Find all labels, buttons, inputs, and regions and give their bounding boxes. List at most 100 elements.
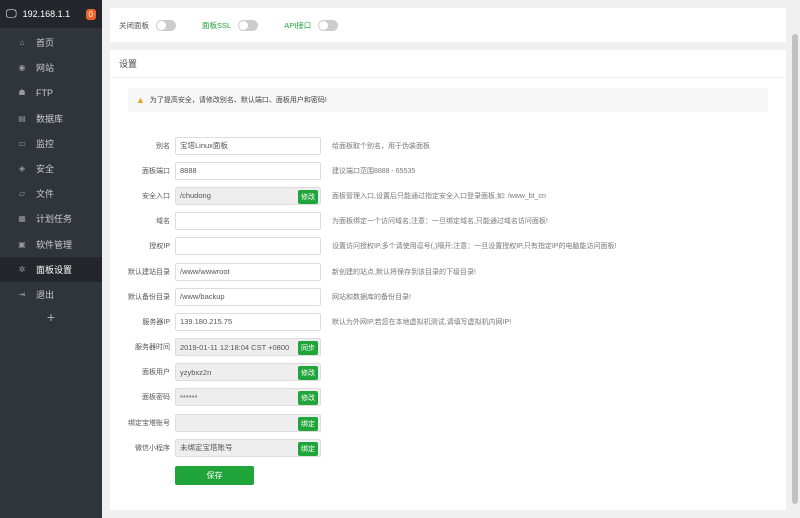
sidebar-item-label: 网站 [36,63,55,74]
sidebar-item[interactable]: ◉ 网站 [0,55,102,80]
form-row: 别名 宝塔Linux面板 给面板取个别名，用于伪装面板 [110,133,786,158]
field-value: 宝塔Linux面板 [180,141,228,151]
sidebar: 🖵 192.168.1.1 0 ⌂ 首页 ◉ 网站 ☗ FTP ▤ 数据库 ▭ 监控 ◈ 安全 ▱ 文件 ▦… [0,0,102,518]
form-row: 服务器IP 139.180.215.75 默认为外网IP,若您在本地虚拟机测试,… [110,309,786,334]
field-hint: 默认为外网IP,若您在本地虚拟机测试,请填写虚拟机内网IP! [332,318,512,326]
field-input[interactable] [175,237,321,256]
toggle-label: 关闭面板 [119,20,149,30]
calendar-icon: ▦ [18,214,26,224]
form-row: 面板用户 yzybxz2n 修改 [110,360,786,385]
warning-text: 为了提高安全，请修改别名、默认端口、面板用户和密码! [149,97,327,104]
form-row: 面板端口 8888 建议端口范围8888 - 65535 [110,158,786,183]
field-input: ****** 修改 [175,388,321,407]
sidebar-item-label: 面板设置 [36,264,73,275]
sidebar-item-label: 首页 [36,38,55,49]
field-value: 8888 [180,166,197,176]
field-label: 别名 [156,142,170,150]
sidebar-item[interactable]: ◈ 安全 [0,156,102,181]
field-action-button[interactable]: 修改 [298,366,318,381]
form-row: 默认建站目录 /www/wwwroot 新创建的站点,默认将保存到该目录的下级目… [110,259,786,284]
form-row: 面板密码 ****** 修改 [110,385,786,410]
field-value: 2019-01-11 12:18:04 CST +0800 [180,342,290,352]
notification-badge[interactable]: 0 [85,8,96,20]
field-value: 139.180.215.75 [180,317,233,327]
logout-icon: ⇥ [18,289,26,299]
sidebar-item[interactable]: ☗ FTP [0,80,102,105]
field-input[interactable]: 139.180.215.75 [175,312,321,331]
field-input[interactable]: /www/wwwroot [175,262,321,281]
sidebar-item-label: FTP [36,87,53,98]
field-label: 面板密码 [142,394,170,402]
field-input: /chudong 修改 [175,186,321,205]
field-label: 微信小程序 [135,444,170,452]
toggle-label: API接口 [284,20,312,30]
field-input[interactable]: 8888 [175,161,321,180]
sidebar-item-label: 监控 [36,138,55,149]
field-value: 未绑定宝塔账号 [180,443,233,453]
field-hint: 设置访问授权IP,多个请使用逗号(,)隔开;注意：一旦设置授权IP,只有指定IP… [332,243,617,251]
toggle-switch[interactable] [318,19,339,31]
field-value: ****** [180,392,198,402]
sidebar-nav: ⌂ 首页 ◉ 网站 ☗ FTP ▤ 数据库 ▭ 监控 ◈ 安全 ▱ 文件 ▦ 计划任务 ▣ 软件管理 ✲ 面板设置 ⇥ 退… [0,30,102,307]
sidebar-item[interactable]: ✲ 面板设置 [0,256,102,282]
form-row: 绑定宝塔账号 绑定 [110,410,786,435]
home-icon: ⌂ [19,38,25,48]
sidebar-item[interactable]: ▣ 软件管理 [0,232,102,257]
field-input[interactable]: 宝塔Linux面板 [175,136,321,155]
field-label: 服务器时间 [135,344,170,352]
toggle-switch[interactable] [156,19,176,31]
settings-title: 设置 [110,50,786,78]
field-hint: 给面板取个别名，用于伪装面板 [332,142,430,150]
form-row: 域名 为面板绑定一个访问域名;注意：一旦绑定域名,只能通过域名访问面板! [110,209,786,234]
field-action-button[interactable]: 修改 [298,189,318,204]
host-address: 192.168.1.1 [22,9,71,19]
warning-icon: ▲ [136,95,145,105]
field-input[interactable] [175,212,321,231]
settings-form: 别名 宝塔Linux面板 给面板取个别名，用于伪装面板 面板端口 8888 建议端… [110,133,786,486]
field-value: /chudong [180,191,211,201]
toggle-group: API接口 [284,19,339,31]
folder-icon: ▱ [18,189,26,199]
shield-icon: ◈ [18,164,26,174]
sidebar-item[interactable]: ⌂ 首页 [0,30,102,55]
field-input: 未绑定宝塔账号 绑定 [175,438,321,457]
field-input: 绑定 [175,413,321,432]
field-label: 面板用户 [142,369,170,377]
sidebar-item[interactable]: ▱ 文件 [0,181,102,206]
toggle-switch[interactable] [238,19,259,31]
sidebar-item[interactable]: ▤ 数据库 [0,106,102,131]
field-input[interactable]: /www/backup [175,287,321,306]
toggle-group: 关闭面板 [119,19,176,31]
sidebar-item-label: 文件 [36,189,55,200]
field-input: 2019-01-11 12:18:04 CST +0800 同步 [175,338,321,357]
field-action-button[interactable]: 绑定 [298,416,318,431]
settings-card: 设置 ▲ 为了提高安全，请修改别名、默认端口、面板用户和密码! 别名 宝塔Lin… [110,50,786,510]
form-row: 微信小程序 未绑定宝塔账号 绑定 [110,435,786,460]
field-action-button[interactable]: 绑定 [298,441,318,456]
field-action-button[interactable]: 修改 [298,391,318,406]
field-value: /www/wwwroot [180,267,230,277]
scrollbar-thumb[interactable] [792,34,798,504]
panel-toggles: 关闭面板 面板SSL API接口 [110,8,786,42]
sidebar-item[interactable]: ▦ 计划任务 [0,206,102,231]
field-label: 默认建站目录 [128,268,170,276]
field-action-button[interactable]: 同步 [298,341,318,356]
form-row: 默认备份目录 /www/backup 网站和数据库的备份目录! [110,284,786,309]
field-hint: 新创建的站点,默认将保存到该目录的下级目录! [332,268,476,276]
add-shortcut-button[interactable]: + [0,309,102,325]
monitor-icon: ▭ [18,138,26,148]
ftp-icon: ☗ [18,88,26,98]
warning-banner: ▲ 为了提高安全，请修改别名、默认端口、面板用户和密码! [128,88,768,112]
save-button[interactable]: 保存 [175,466,254,486]
field-value: /www/backup [180,292,225,302]
sidebar-item[interactable]: ⇥ 退出 [0,282,102,307]
field-label: 域名 [156,218,170,226]
sidebar-item[interactable]: ▭ 监控 [0,131,102,156]
apps-icon: ▣ [18,239,26,249]
field-label: 安全入口 [142,192,170,200]
scrollbar[interactable] [790,0,800,518]
toggle-label: 面板SSL [202,20,232,30]
form-row: 安全入口 /chudong 修改 面板管理入口,设置后只能通过指定安全入口登录面板… [110,183,786,208]
field-hint: 为面板绑定一个访问域名;注意：一旦绑定域名,只能通过域名访问面板! [332,218,548,226]
field-hint: 面板管理入口,设置后只能通过指定安全入口登录面板,如: /www_bt_cn [332,192,546,200]
